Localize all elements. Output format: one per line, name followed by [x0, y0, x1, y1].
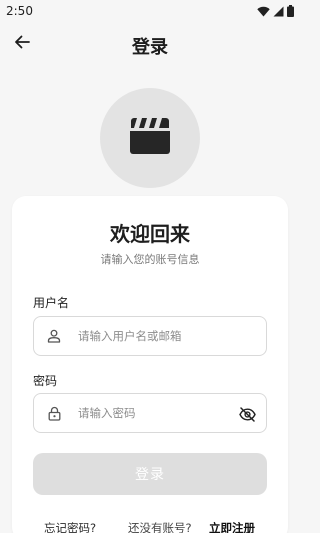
login-button[interactable]: 登录: [33, 453, 267, 495]
person-icon: [46, 328, 62, 344]
password-label: 密码: [33, 374, 58, 388]
lock-icon: [46, 405, 62, 421]
no-account-text: 还没有账号?: [128, 521, 192, 533]
bottom-links: 忘记密码? 还没有账号? 立即注册: [12, 520, 288, 533]
welcome-subtitle: 请输入您的账号信息: [100, 253, 200, 266]
username-label: 用户名: [33, 296, 70, 310]
status-time: 2:50: [6, 4, 33, 18]
app-bar: 登录: [0, 28, 300, 60]
username-input[interactable]: [78, 329, 228, 343]
register-link[interactable]: 立即注册: [209, 520, 255, 533]
app-logo: [100, 88, 200, 188]
page-title: 登录: [132, 37, 168, 58]
password-input[interactable]: [78, 406, 228, 420]
password-field[interactable]: [33, 393, 267, 433]
eye-off-icon[interactable]: [238, 405, 256, 423]
clapperboard-icon: [128, 117, 172, 159]
battery-icon: [287, 2, 294, 21]
login-card: 欢迎回来 请输入您的账号信息 用户名 密码 登: [12, 196, 288, 533]
wifi-icon: [257, 2, 270, 21]
status-icons: [257, 2, 294, 21]
forgot-password-link[interactable]: 忘记密码?: [44, 520, 96, 533]
cellular-icon: [273, 2, 284, 21]
welcome-title: 欢迎回来: [110, 222, 190, 246]
username-field[interactable]: [33, 316, 267, 356]
status-bar: 2:50: [0, 0, 300, 22]
